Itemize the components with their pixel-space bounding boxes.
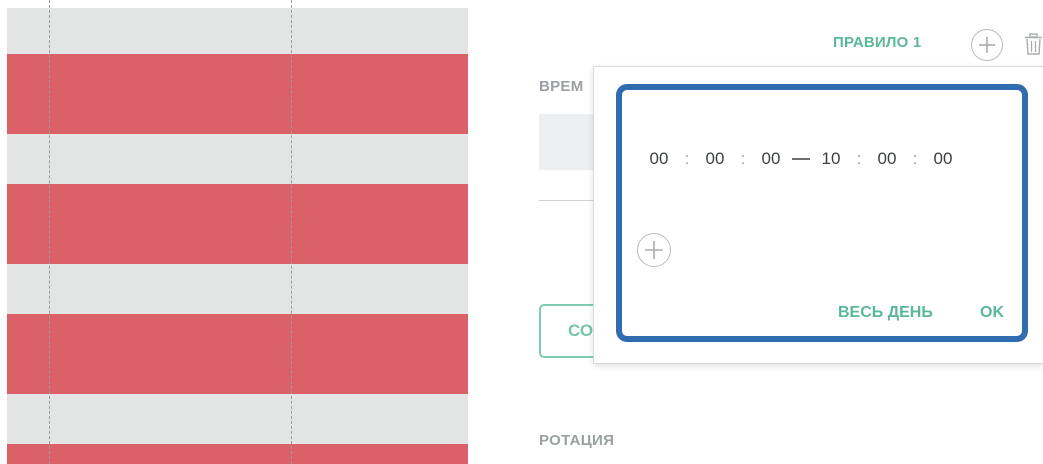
end-minutes-input[interactable]: 00 [874,149,900,169]
save-button-label: СО [568,321,594,340]
grid-row-busy[interactable] [7,54,468,134]
rotation-section-label: РОТАЦИЯ [539,432,615,449]
ok-button[interactable]: OK [980,304,1004,322]
field-underline [539,200,599,201]
add-range-plus-icon[interactable] [637,233,671,267]
highlight-frame [616,84,1028,342]
time-separator: : [912,149,918,168]
all-day-button[interactable]: ВЕСЬ ДЕНЬ [838,304,933,322]
plus-glyph [645,241,663,259]
time-section-label: ВРЕМ [539,78,584,95]
rule-title: ПРАВИЛО 1 [833,34,922,51]
end-hours-input[interactable]: 10 [818,149,844,169]
grid-row-busy[interactable] [7,184,468,264]
schedule-grid [7,0,468,464]
time-input-field[interactable] [539,114,599,170]
grid-divider [291,0,292,464]
start-seconds-input[interactable]: 00 [758,149,784,169]
time-separator: : [740,149,746,168]
plus-circle-icon[interactable] [971,29,1003,61]
grid-row-busy[interactable] [7,444,468,464]
start-hours-input[interactable]: 00 [646,149,672,169]
time-separator: : [684,149,690,168]
grid-divider [49,0,50,464]
grid-row-free[interactable] [7,134,468,184]
range-dash [784,158,818,160]
grid-row-free[interactable] [7,394,468,444]
trash-icon[interactable] [1024,33,1043,55]
start-minutes-input[interactable]: 00 [702,149,728,169]
end-seconds-input[interactable]: 00 [930,149,956,169]
grid-row-busy[interactable] [7,314,468,394]
grid-row-free[interactable] [7,8,468,54]
time-range-row: 00 : 00 : 00 10 : 00 : 00 [646,148,956,170]
plus-glyph [979,37,995,53]
time-separator: : [856,149,862,168]
grid-row-free[interactable] [7,264,468,314]
